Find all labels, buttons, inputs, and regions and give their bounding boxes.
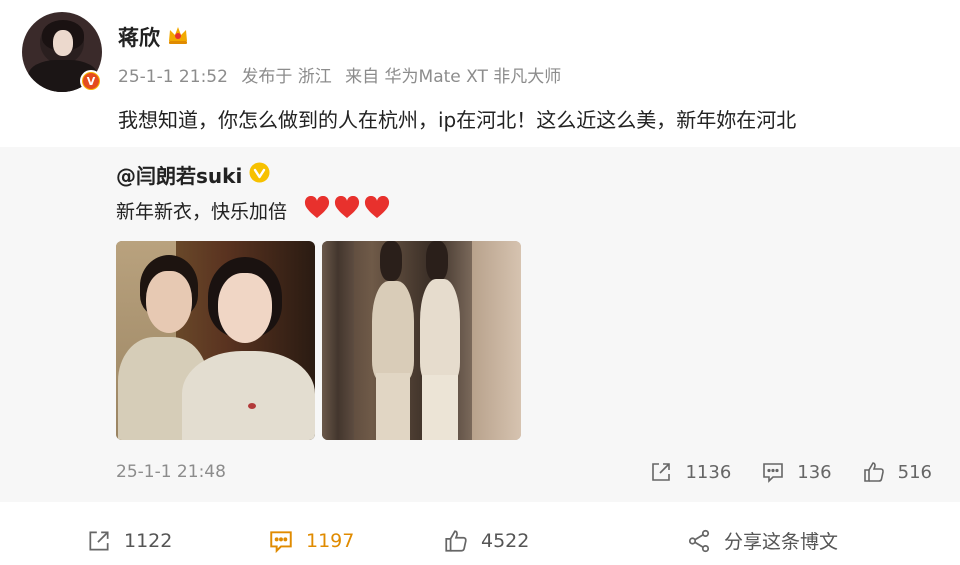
share-icon [688, 529, 710, 552]
comment-icon [763, 463, 784, 483]
repost-photo-2[interactable] [322, 241, 521, 440]
comment-button[interactable]: 1197 [268, 528, 354, 554]
post-meta: 25-1-1 21:52 发布于 浙江 来自 华为Mate XT 非凡大师 [118, 62, 569, 87]
repost-time[interactable]: 25-1-1 21:48 [116, 462, 226, 482]
repost-author[interactable]: @闫朗若suki [116, 160, 242, 189]
verified-badge-icon [249, 162, 270, 183]
repost-comment-button[interactable]: 136 [761, 460, 832, 484]
repost-photo-1[interactable] [116, 241, 315, 440]
weibo-post: V 蒋欣 25-1-1 21:52 发布于 浙江 来自 华为Mate XT 非凡… [0, 0, 960, 565]
thumbs-up-icon [445, 529, 467, 552]
heart-icon [334, 196, 360, 218]
forward-icon [652, 463, 671, 481]
hearts [304, 196, 390, 220]
crown-icon [169, 27, 187, 44]
post-time[interactable]: 25-1-1 21:52 [118, 67, 228, 87]
share-button[interactable]: 分享这条博文 [686, 527, 838, 554]
forward-button[interactable]: 1122 [86, 528, 172, 554]
author-name[interactable]: 蒋欣 [118, 22, 160, 52]
post-text: 我想知道，你怎么做到的人在杭州，ip在河北！这么近这么美，新年妳在河北 [118, 108, 797, 132]
repost-like-button[interactable]: 516 [862, 460, 932, 484]
repost-forward-button[interactable]: 1136 [649, 460, 731, 484]
heart-icon [304, 196, 330, 218]
heart-icon [364, 196, 390, 218]
thumbs-up-icon [863, 462, 884, 482]
comment-icon [270, 530, 292, 553]
post-location: 发布于 浙江 [241, 67, 332, 87]
like-button[interactable]: 4522 [443, 528, 529, 554]
forward-icon [89, 530, 109, 551]
verified-badge-icon: V [80, 70, 102, 92]
post-source: 来自 华为Mate XT 非凡大师 [345, 67, 562, 87]
repost-text: 新年新衣，快乐加倍 [116, 201, 288, 223]
post-toolbar: 1122 1197 4522 分享这条博文 [0, 518, 960, 563]
repost-actions: 1136 136 516 [649, 460, 960, 484]
repost-card[interactable]: @闫朗若suki 新年新衣，快乐加倍 25-1-1 21:48 1136 136… [0, 147, 960, 502]
